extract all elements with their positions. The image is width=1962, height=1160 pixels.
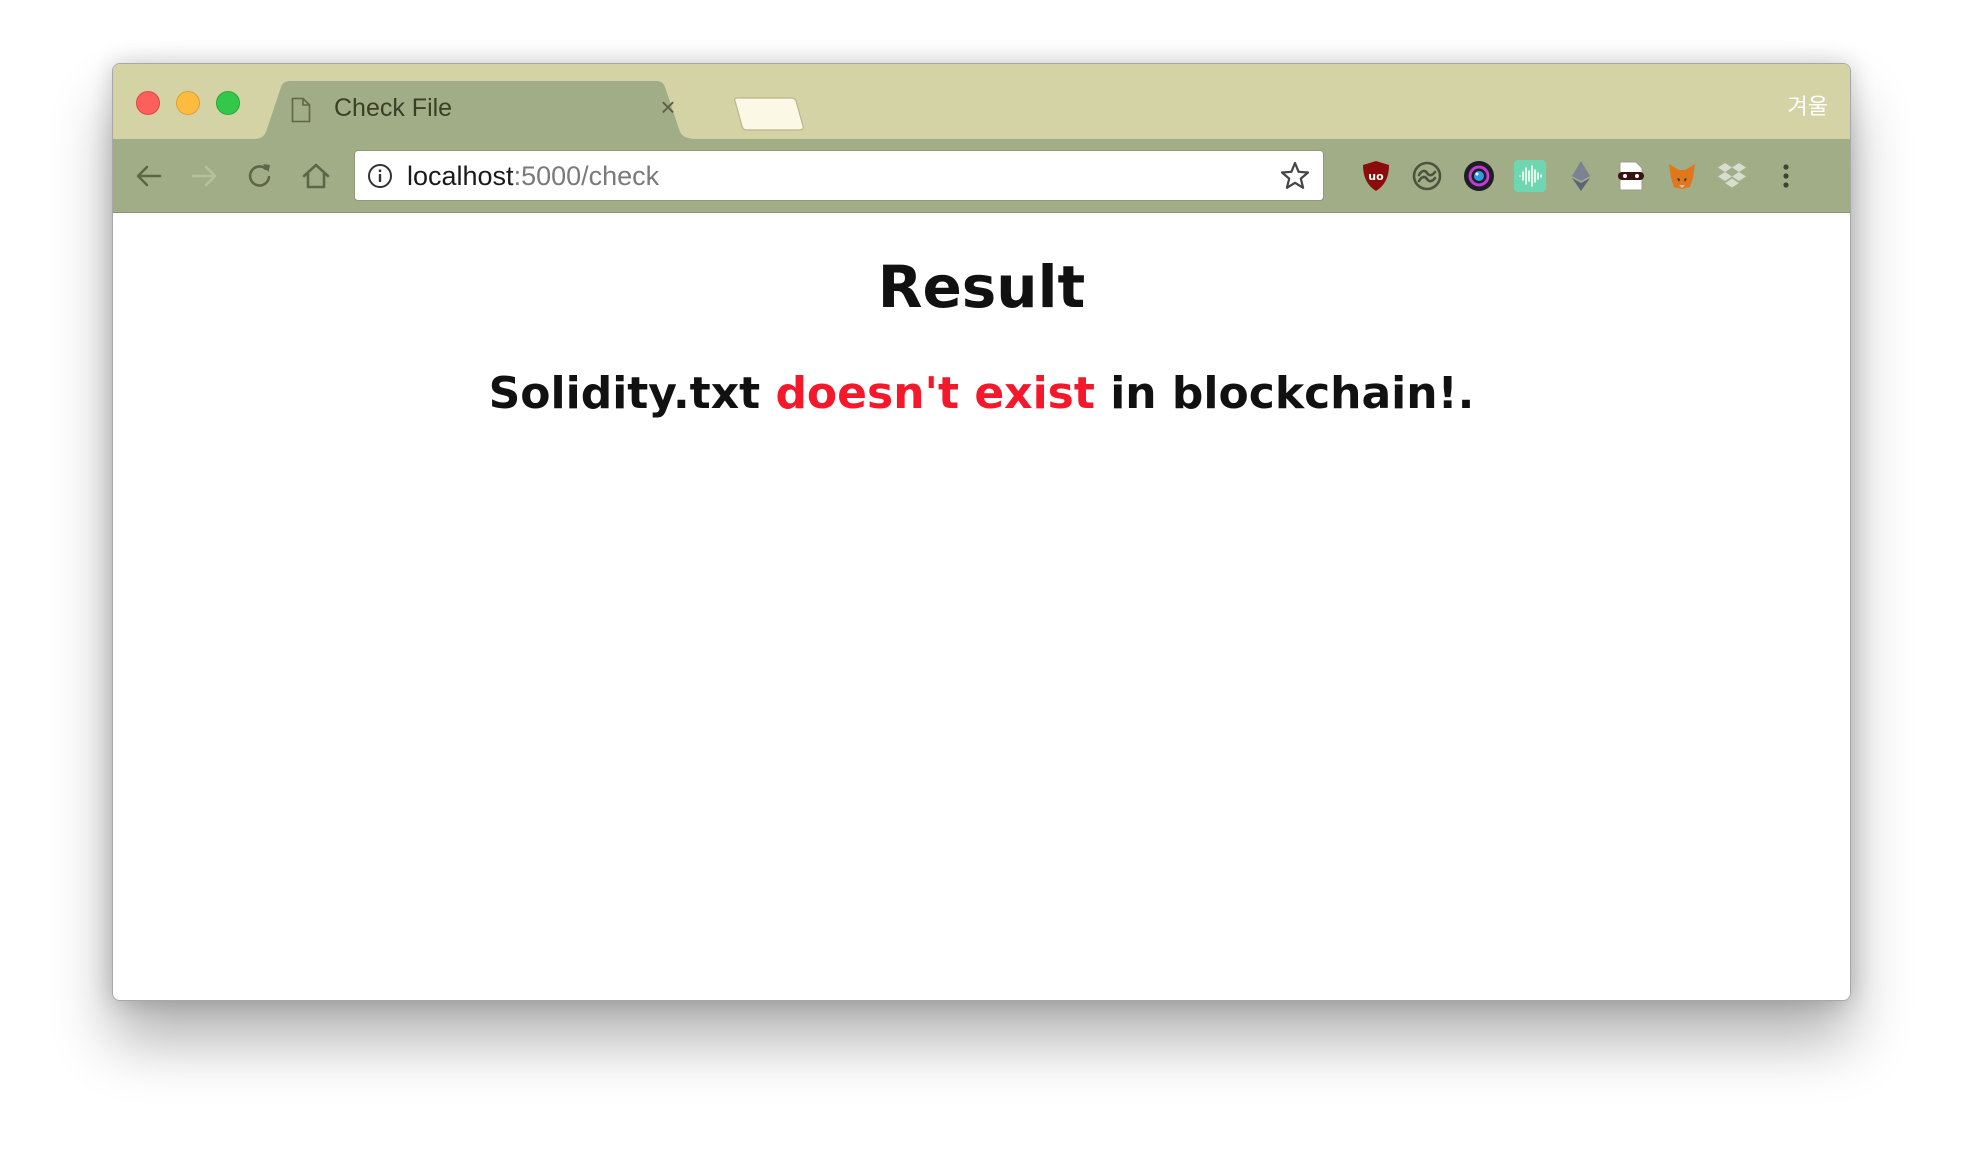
audio-wave-icon	[1514, 160, 1546, 192]
menu-button[interactable]	[1768, 158, 1804, 194]
close-window-button[interactable]	[136, 91, 160, 115]
masked-extension-icon	[1618, 161, 1644, 191]
url-text[interactable]: localhost:5000/check	[407, 161, 659, 192]
star-icon[interactable]	[1279, 160, 1311, 192]
ethereum-icon	[1572, 161, 1590, 191]
toolbar: localhost:5000/check uo	[113, 139, 1850, 213]
audio-extension-button[interactable]	[1512, 158, 1548, 194]
tab-title: Check File	[334, 94, 453, 122]
profile-name[interactable]: 겨울	[1788, 89, 1828, 121]
address-bar[interactable]: localhost:5000/check	[354, 150, 1324, 201]
back-button[interactable]	[129, 156, 169, 196]
result-message: Solidity.txt doesn't exist in blockchain…	[113, 368, 1850, 419]
dropbox-icon	[1718, 163, 1746, 188]
svg-text:uo: uo	[1368, 170, 1384, 183]
sync-icon	[1412, 161, 1442, 191]
metamask-extension-button[interactable]	[1664, 158, 1700, 194]
tab-close-button[interactable]: ×	[653, 92, 683, 122]
result-suffix: in blockchain!.	[1110, 368, 1475, 419]
vertical-dots-icon	[1783, 164, 1789, 188]
page-content: Result Solidity.txt doesn't exist in blo…	[113, 213, 1850, 1000]
arrow-left-icon	[136, 165, 162, 187]
home-button[interactable]	[296, 156, 336, 196]
metamask-fox-icon	[1669, 164, 1695, 189]
zoom-window-button[interactable]	[216, 91, 240, 115]
document-icon	[291, 97, 311, 123]
page-title: Result	[877, 253, 1086, 321]
forward-button[interactable]	[184, 156, 224, 196]
new-tab-button[interactable]	[733, 96, 805, 132]
ethereum-extension-button[interactable]	[1563, 158, 1599, 194]
result-filename: Solidity.txt	[488, 368, 761, 419]
minimize-window-button[interactable]	[176, 91, 200, 115]
home-icon	[302, 163, 330, 189]
url-path: :5000/check	[513, 161, 660, 191]
camera-lens-icon	[1464, 161, 1494, 191]
browser-window: Check File × 겨울 localhost:5000/check uo …	[112, 63, 1851, 1001]
ublock-extension-button[interactable]: uo	[1358, 158, 1394, 194]
ublock-icon: uo	[1363, 161, 1389, 191]
masked-extension-button[interactable]	[1613, 158, 1649, 194]
dropbox-extension-button[interactable]	[1714, 158, 1750, 194]
info-icon[interactable]	[367, 163, 393, 189]
reload-icon	[248, 164, 271, 187]
tab-shape	[253, 81, 699, 139]
tab-strip: Check File × 겨울	[113, 64, 1850, 139]
sync-extension-button[interactable]	[1409, 158, 1445, 194]
camera-extension-button[interactable]	[1461, 158, 1497, 194]
reload-button[interactable]	[240, 156, 280, 196]
result-status: doesn't exist	[775, 368, 1095, 419]
arrow-right-icon	[191, 165, 217, 187]
tab-check-file[interactable]: Check File ×	[253, 81, 699, 139]
url-host: localhost	[407, 161, 514, 191]
